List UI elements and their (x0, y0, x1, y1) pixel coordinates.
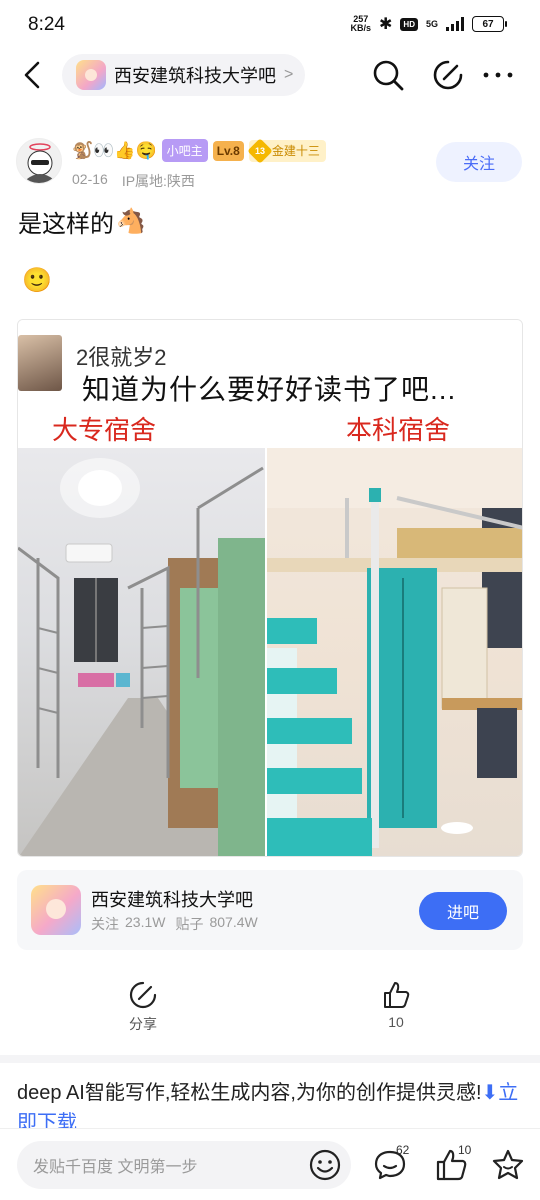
dorm-photo-right (267, 448, 522, 856)
net-speed: 257 KB/s (350, 14, 372, 33)
chevron-right-icon: > (284, 66, 294, 83)
edit-icon[interactable] (430, 57, 466, 93)
post-image[interactable]: 2很就岁2 知道为什么要好好读书了吧... 大专宿舍 本科宿舍 (17, 319, 523, 857)
rank-badge-icon: 13 (247, 137, 273, 164)
status-time: 8:24 (28, 14, 65, 35)
image-header: 2很就岁2 知道为什么要好好读书了吧... 大专宿舍 本科宿舍 (18, 320, 522, 448)
ad-banner[interactable]: deep AI智能写作,轻松生成内容,为你的创作提供灵感!⬇立即下载 (17, 1078, 523, 1130)
top-nav: 西安建筑科技大学吧 > (0, 50, 540, 100)
more-icon[interactable] (480, 57, 516, 93)
bluetooth-icon: ✱ (379, 16, 393, 33)
battery-icon: 67 (472, 16, 507, 32)
posts-count: 807.4W (209, 914, 258, 930)
back-arrow-icon[interactable] (18, 58, 48, 92)
rank-title: 金建十三 (271, 144, 320, 158)
join-forum-button[interactable]: 进吧 (419, 892, 507, 930)
forum-pill[interactable]: 西安建筑科技大学吧 > (62, 54, 306, 96)
label-right: 本科宿舍 (346, 415, 451, 445)
star-icon[interactable] (490, 1147, 526, 1183)
thumbs-up-icon (384, 982, 410, 1008)
ip-location: IP属地:陕西 (121, 173, 195, 189)
search-icon[interactable] (370, 57, 406, 93)
hd-icon: HD (400, 17, 418, 31)
post-date: 02-16 (72, 171, 108, 187)
comment-count: 62 (396, 1143, 410, 1157)
network-type: 5G (425, 18, 438, 29)
author-name[interactable]: 🐒👀👍🤤 (72, 141, 157, 161)
status-icons: 257 KB/s ✱ HD 5G 67 (350, 14, 507, 34)
author-row: 🐒👀👍🤤 小吧主 Lv.8 13 金建十三 (72, 137, 326, 164)
signal-icon (446, 17, 464, 31)
section-separator (0, 1055, 540, 1063)
forum-name: 西安建筑科技大学吧 (114, 66, 276, 86)
image-user-avatar (18, 335, 62, 391)
label-left: 大专宿舍 (52, 415, 157, 445)
follow-button[interactable]: 关注 (436, 142, 522, 182)
share-button[interactable]: 分享 (113, 980, 173, 1034)
forum-card-stats: 关注 23.1W 贴子 807.4W (91, 914, 258, 932)
forum-avatar (76, 60, 106, 90)
share-label: 分享 (129, 1016, 157, 1032)
forum-card-name: 西安建筑科技大学吧 (91, 890, 253, 910)
follow-count: 23.1W (125, 914, 166, 930)
owner-tag: 小吧主 (161, 139, 208, 162)
image-caption: 知道为什么要好好读书了吧... (82, 374, 457, 405)
rank-tag: 13 金建十三 (247, 137, 326, 164)
forum-card[interactable]: 西安建筑科技大学吧 关注 23.1W 贴子 807.4W 进吧 (17, 870, 523, 950)
post-meta: 02-16 IP属地:陕西 (72, 171, 195, 191)
horse-emoji: 🐴 (116, 208, 146, 235)
bottom-like-count: 10 (458, 1143, 472, 1157)
status-bar: 8:24 257 KB/s ✱ HD 5G 67 (0, 0, 540, 50)
emoji-icon[interactable] (308, 1148, 342, 1182)
share-icon (129, 981, 157, 1009)
post-title: 是这样的 🐴 (18, 208, 146, 238)
bottom-bar: 发贴千百度 文明第一步 62 10 (0, 1128, 540, 1200)
smile-emoji: 🙂 (22, 267, 52, 294)
forum-card-avatar (31, 885, 81, 935)
comment-input[interactable]: 发贴千百度 文明第一步 (17, 1141, 351, 1189)
ad-text: deep AI智能写作,轻松生成内容,为你的创作提供灵感! (17, 1082, 482, 1104)
like-count: 10 (388, 1014, 404, 1030)
author-avatar[interactable] (16, 138, 62, 184)
level-tag: Lv.8 (212, 140, 244, 161)
dorm-photo-left (18, 448, 265, 856)
like-button[interactable]: 10 (366, 980, 426, 1030)
